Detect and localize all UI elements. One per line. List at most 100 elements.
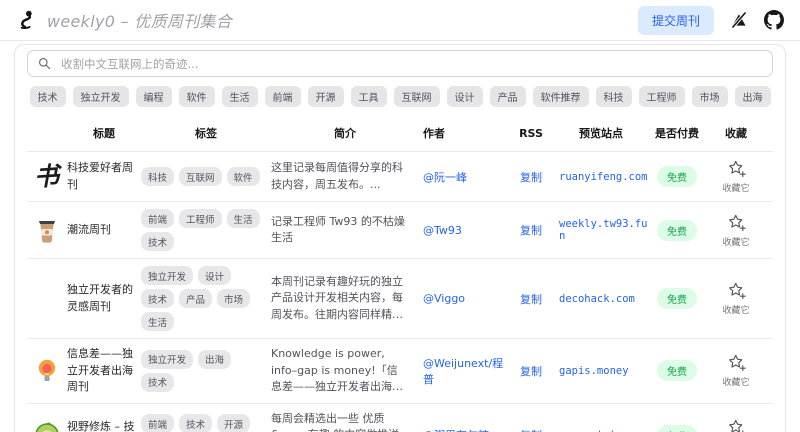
- rss-cell: 复制: [509, 169, 553, 185]
- free-badge: 免费: [657, 166, 697, 187]
- column-header-5: 预览站点: [553, 125, 649, 141]
- free-badge: 免费: [657, 360, 697, 381]
- mascot-face-icon: [34, 422, 60, 432]
- filter-tag-5[interactable]: 前端: [265, 86, 301, 107]
- rss-copy-link[interactable]: 复制: [520, 293, 542, 306]
- site-link[interactable]: decohack.com: [559, 293, 635, 305]
- site-link[interactable]: weekly.tw93.fun: [559, 218, 648, 242]
- weekly-tag: 互联网: [179, 167, 222, 186]
- filter-tag-14[interactable]: 市场: [692, 86, 728, 107]
- weekly-tag: 开源: [217, 414, 250, 432]
- weekly-tag: 技术: [141, 232, 174, 251]
- paid-cell: 免费: [649, 220, 705, 241]
- favorite-cell: 收藏它: [705, 213, 767, 248]
- logo[interactable]: weekly0 – 优质周刊集合: [16, 8, 232, 32]
- free-badge: 免费: [657, 220, 697, 241]
- site-link[interactable]: ruanyifeng.com: [559, 171, 648, 183]
- table-header: 标题标签简介作者RSS预览站点是否付费收藏: [27, 116, 773, 151]
- page-title: weekly0 – 优质周刊集合: [47, 8, 232, 32]
- weekly-logo-cell: [27, 422, 67, 432]
- favorite-label: 收藏它: [722, 235, 749, 248]
- column-header-6: 是否付费: [649, 125, 705, 141]
- paid-cell: 免费: [649, 360, 705, 381]
- weekly-tag: 独立开发: [141, 266, 193, 285]
- rss-cell: 复制: [509, 427, 553, 432]
- table-body: 书科技爱好者周刊科技互联网软件这里记录每周值得分享的科技内容，周五发布。...@…: [27, 151, 773, 432]
- paid-cell: 免费: [649, 425, 705, 432]
- rss-copy-link[interactable]: 复制: [520, 365, 542, 378]
- filter-tag-8[interactable]: 互联网: [394, 86, 440, 107]
- filter-tag-15[interactable]: 出海: [735, 86, 771, 107]
- weekly-tag: 科技: [141, 167, 174, 186]
- author-link[interactable]: @阮一峰: [423, 171, 467, 184]
- filter-tag-0[interactable]: 技术: [30, 86, 66, 107]
- filter-bar: 技术独立开发编程软件生活前端开源工具互联网设计产品软件推荐科技工程师市场出海: [27, 77, 773, 116]
- favorite-label: 收藏它: [722, 375, 749, 388]
- weekly-description: 这里记录每周值得分享的科技内容，周五发布。...: [271, 160, 419, 193]
- table-row: 信息差——独立开发者出海周刊独立开发出海技术Knowledge is power…: [27, 338, 773, 403]
- filter-tag-7[interactable]: 工具: [351, 86, 387, 107]
- coffee-cup-icon: [35, 217, 59, 243]
- weekly-tag: 生活: [141, 312, 174, 331]
- weekly-logo-cell: [27, 358, 67, 384]
- filter-tag-1[interactable]: 独立开发: [73, 86, 129, 107]
- weekly-tag: 市场: [217, 289, 250, 308]
- star-plus-icon[interactable]: [727, 281, 746, 300]
- column-header-2: 简介: [271, 125, 419, 141]
- author-link[interactable]: @Viggo: [423, 292, 465, 305]
- favorite-label: 收藏它: [722, 181, 749, 194]
- column-header-0: 标题: [67, 125, 141, 141]
- rss-copy-link[interactable]: 复制: [520, 171, 542, 184]
- author-link[interactable]: @Tw93: [423, 224, 462, 237]
- rss-cell: 复制: [509, 363, 553, 379]
- author-cell: @Tw93: [419, 224, 509, 237]
- author-link[interactable]: @Weijunext/程普: [423, 357, 503, 386]
- author-cell: @粥里有勺糖: [419, 427, 509, 432]
- star-plus-icon[interactable]: [727, 159, 746, 178]
- weekly-description: 本周刊记录有趣好玩的独立产品设计开发相关内容，每周发布。往期内容同样精彩，感兴趣…: [271, 274, 419, 324]
- column-header-3: 作者: [419, 125, 509, 141]
- table-row: 视野修炼 – 技术周刊前端技术开源工具知识每周会精选出一些 优质&amp;有趣 …: [27, 403, 773, 432]
- author-cell: @Weijunext/程普: [419, 355, 509, 387]
- filter-tag-10[interactable]: 产品: [490, 86, 526, 107]
- weekly-title: 视野修炼 – 技术周刊: [67, 419, 141, 432]
- favorite-cell: 收藏它: [705, 281, 767, 316]
- table-row: 书科技爱好者周刊科技互联网软件这里记录每周值得分享的科技内容，周五发布。...@…: [27, 151, 773, 201]
- star-plus-icon[interactable]: [727, 213, 746, 232]
- favorite-cell: 收藏它: [705, 159, 767, 194]
- weekly-title: 信息差——独立开发者出海周刊: [67, 346, 141, 396]
- lightbulb-icon: [35, 358, 59, 384]
- weekly-tag: 产品: [179, 289, 212, 308]
- filter-tag-6[interactable]: 开源: [308, 86, 344, 107]
- column-header-1: 标签: [141, 125, 271, 141]
- filter-tag-9[interactable]: 设计: [447, 86, 483, 107]
- vercel-slash-icon[interactable]: [730, 11, 748, 29]
- filter-tag-11[interactable]: 软件推荐: [533, 86, 589, 107]
- favorite-label: 收藏它: [722, 303, 749, 316]
- weekly-description: 记录工程师 Tw93 的不枯燥生活: [271, 214, 419, 247]
- weekly-tag: 生活: [227, 209, 260, 228]
- author-cell: @Viggo: [419, 292, 509, 305]
- filter-tag-3[interactable]: 软件: [179, 86, 215, 107]
- filter-tag-13[interactable]: 工程师: [639, 86, 685, 107]
- filter-tag-2[interactable]: 编程: [136, 86, 172, 107]
- column-header-4: RSS: [509, 127, 553, 140]
- free-badge: 免费: [657, 425, 697, 432]
- weekly-tag: 工程师: [179, 209, 222, 228]
- favorite-cell: 收藏它: [705, 353, 767, 388]
- star-plus-icon[interactable]: [727, 353, 746, 372]
- filter-tag-12[interactable]: 科技: [596, 86, 632, 107]
- star-plus-icon[interactable]: [727, 418, 746, 432]
- weekly-title: 独立开发者的灵感周刊: [67, 282, 141, 315]
- site-cell: weekly.tw93.fun: [553, 218, 649, 242]
- weekly-tags: 独立开发出海技术: [141, 350, 271, 392]
- github-icon[interactable]: [764, 10, 784, 30]
- rss-copy-link[interactable]: 复制: [520, 224, 542, 237]
- site-link[interactable]: gapis.money: [559, 365, 629, 377]
- weekly-tags: 前端工程师生活技术: [141, 209, 271, 251]
- submit-weekly-button[interactable]: 提交周刊: [638, 6, 714, 35]
- weekly-tag: 软件: [227, 167, 260, 186]
- filter-tag-4[interactable]: 生活: [222, 86, 258, 107]
- weekly-tag: 技术: [141, 373, 174, 392]
- search-input[interactable]: [59, 56, 762, 72]
